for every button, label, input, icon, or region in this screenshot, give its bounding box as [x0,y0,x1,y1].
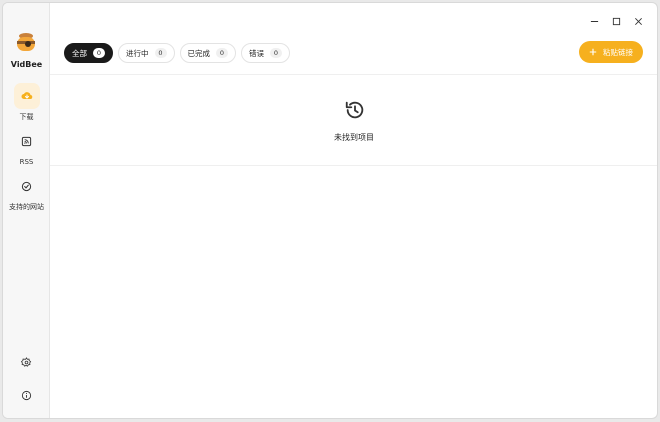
info-icon [21,390,32,401]
filter-tabs: 全部 0 进行中 0 已完成 0 错误 0 [64,43,290,63]
filter-label: 全部 [72,48,87,58]
sidebar-item-supported-sites[interactable]: 支持的网站 [3,173,50,212]
minimize-icon [590,20,598,22]
maximize-button[interactable] [611,15,621,27]
close-icon [634,17,642,25]
info-button[interactable] [3,390,50,401]
paste-link-label: 粘贴链接 [603,47,633,57]
empty-state-message: 未找到项目 [334,133,374,142]
filter-count: 0 [154,48,167,58]
sidebar-item-rss[interactable]: RSS [3,128,50,167]
sidebar-item-label: 支持的网站 [9,203,44,211]
app-window: VidBee 下载 RSS 支持的网站 全部 0 进行中 0 已完成 0 错误 … [2,2,658,419]
filter-label: 进行中 [126,48,149,58]
empty-state-panel: 未找到项目 [50,74,657,166]
rss-icon [21,136,32,146]
filter-error[interactable]: 错误 0 [241,43,290,63]
filter-count: 0 [216,48,228,58]
paste-link-button[interactable]: 粘贴链接 [579,41,643,63]
maximize-icon [612,17,620,25]
sidebar-item-label: RSS [19,158,34,166]
minimize-button[interactable] [589,15,599,27]
history-icon [345,101,364,119]
filter-count: 0 [93,48,105,58]
sidebar-item-label: 下载 [19,113,34,121]
window-controls [589,15,643,27]
filter-label: 错误 [249,48,264,58]
plus-icon [589,48,597,56]
check-circle-icon [21,181,32,191]
filter-completed[interactable]: 已完成 0 [179,43,236,63]
sidebar: VidBee 下载 RSS 支持的网站 [3,3,50,418]
filter-count: 0 [270,48,282,58]
gear-icon [21,357,32,367]
vidbee-logo-icon [17,33,35,51]
filter-in-progress[interactable]: 进行中 0 [118,43,175,63]
settings-button[interactable] [3,357,50,368]
filter-label: 已完成 [187,48,211,58]
cloud-download-icon [21,92,32,100]
close-button[interactable] [633,15,643,27]
app-name: VidBee [10,60,43,69]
sidebar-item-download[interactable]: 下载 [3,83,50,122]
filter-all[interactable]: 全部 0 [64,43,113,63]
